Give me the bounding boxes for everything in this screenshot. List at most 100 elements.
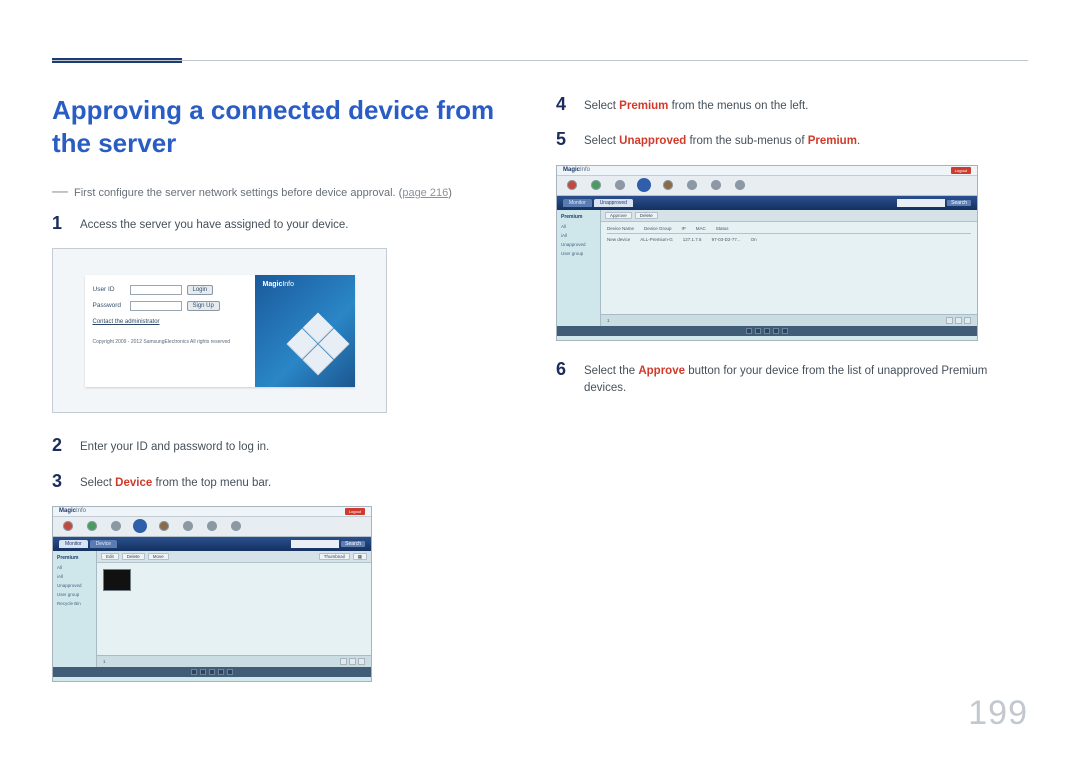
toolbar-approve[interactable]: Approve [605, 212, 632, 219]
th-status: Status [716, 226, 729, 231]
signup-button[interactable]: Sign Up [187, 301, 220, 311]
step-text-post: . [857, 135, 860, 147]
nav-icon[interactable] [735, 180, 745, 190]
nav-icon[interactable] [231, 521, 241, 531]
note-dash-icon: ― [52, 187, 68, 197]
nav-icon[interactable] [159, 521, 169, 531]
sidebar-item[interactable]: User group [57, 592, 92, 597]
nav-icon[interactable] [663, 180, 673, 190]
pager-prev[interactable] [340, 658, 347, 665]
brand-bold: Magic [263, 281, 283, 288]
sidebar-item[interactable]: iAll [57, 574, 92, 579]
tab-monitor[interactable]: Monitor [59, 540, 88, 548]
bottombar-icon[interactable] [227, 669, 233, 675]
bottombar-icon[interactable] [209, 669, 215, 675]
logout-button[interactable]: Logout [345, 508, 365, 515]
nav-icon-device[interactable] [639, 180, 649, 190]
sidebar-item[interactable]: Recycle Bin [57, 601, 92, 606]
step-6: 6 Select the Approve button for your dev… [556, 359, 1016, 398]
nav-icon[interactable] [687, 180, 697, 190]
toolbar-edit[interactable]: Edit [101, 553, 119, 560]
item-count: 1 [103, 659, 106, 664]
td-name: New device [607, 237, 630, 242]
bottombar-icon[interactable] [755, 328, 761, 334]
search-button[interactable]: Search [947, 200, 971, 206]
bottombar-icon[interactable] [218, 669, 224, 675]
sidebar-item[interactable]: iAll [561, 233, 596, 238]
nav-icon[interactable] [87, 521, 97, 531]
bottombar-icon[interactable] [773, 328, 779, 334]
logout-button[interactable]: Logout [951, 167, 971, 174]
sidebar-item-unapproved[interactable]: Unapproved [561, 242, 596, 247]
bottombar-icon[interactable] [746, 328, 752, 334]
sidebar-item[interactable]: All [57, 565, 92, 570]
step-text: Select Device from the top menu bar. [80, 471, 271, 492]
nav-icon[interactable] [567, 180, 577, 190]
step-text-pre: Select [584, 135, 619, 147]
page-ref-link[interactable]: page 216 [402, 187, 448, 199]
pager-prev[interactable] [946, 317, 953, 324]
bottombar-icon[interactable] [191, 669, 197, 675]
search-input[interactable] [897, 199, 945, 207]
page-title: Approving a connected device from the se… [52, 94, 512, 159]
device-thumbnail[interactable] [103, 569, 131, 591]
login-button[interactable]: Login [187, 285, 214, 295]
search-button[interactable]: Search [341, 541, 365, 547]
device-table: Device Name Device Group IP MAC Status N… [607, 226, 971, 242]
device-tab-screenshot: MagicInfo Logout Monitor Device [52, 506, 372, 682]
table-row[interactable]: New device ALL-Premium-G 127.1.7.6 97-03… [607, 234, 971, 242]
th-mac: MAC [696, 226, 706, 231]
step-2: 2 Enter your ID and password to log in. [52, 435, 512, 456]
nav-icon-device[interactable] [135, 521, 145, 531]
nav-icon[interactable] [111, 521, 121, 531]
tab-device[interactable]: Device [90, 540, 117, 548]
sidebar-item[interactable]: User group [561, 251, 596, 256]
sidebar-item[interactable]: Unapproved [57, 583, 92, 588]
pager-page[interactable] [955, 317, 962, 324]
toolbar-thumbnail[interactable]: Thumbnail [319, 553, 350, 560]
toolbar-move[interactable]: Move [148, 553, 169, 560]
step-number: 4 [556, 94, 570, 115]
pager-next[interactable] [358, 658, 365, 665]
nav-icon[interactable] [63, 521, 73, 531]
bottombar-icon[interactable] [764, 328, 770, 334]
step-text: Access the server you have assigned to y… [80, 213, 348, 234]
step-text: Enter your ID and password to log in. [80, 435, 269, 456]
pager [946, 317, 971, 324]
sidebar-all-group[interactable]: All [561, 224, 596, 229]
nav-icon[interactable] [183, 521, 193, 531]
td-ip: 127.1.7.6 [683, 237, 702, 242]
keyword-premium: Premium [808, 135, 857, 147]
toolbar-delete[interactable]: Delete [635, 212, 658, 219]
login-row-user: User ID Login [93, 285, 247, 295]
toolbar-grid-icon[interactable]: ▦ [353, 553, 367, 560]
header-rule [52, 60, 1028, 61]
app-brand: MagicInfo [563, 167, 590, 173]
nav-icon[interactable] [207, 521, 217, 531]
step-text-pre: Select [584, 100, 619, 112]
nav-icon[interactable] [591, 180, 601, 190]
pager-next[interactable] [964, 317, 971, 324]
app-ribbon: Monitor Device Search [53, 537, 371, 551]
app-footer: 1 [97, 655, 371, 667]
tab-unapproved[interactable]: Unapproved [594, 199, 633, 207]
right-column: 4 Select Premium from the menus on the l… [556, 48, 1016, 700]
nav-icon[interactable] [711, 180, 721, 190]
search-box: Search [897, 199, 971, 207]
bottombar-icon[interactable] [782, 328, 788, 334]
sidebar-header: Premium [57, 555, 92, 561]
app-toolbar: Edit Delete Move Thumbnail ▦ [97, 551, 371, 563]
user-id-input[interactable] [130, 285, 182, 295]
pager-page[interactable] [349, 658, 356, 665]
toolbar-delete[interactable]: Delete [122, 553, 145, 560]
step-number: 5 [556, 129, 570, 150]
step-number: 1 [52, 213, 66, 234]
bottombar-icon[interactable] [200, 669, 206, 675]
app-iconbar [557, 176, 977, 196]
contact-admin-link[interactable]: Contact the administrator [93, 319, 247, 325]
nav-icon[interactable] [615, 180, 625, 190]
search-input[interactable] [291, 540, 339, 548]
step-text-post: from the top menu bar. [152, 477, 271, 489]
password-input[interactable] [130, 301, 182, 311]
tab-monitor[interactable]: Monitor [563, 199, 592, 207]
